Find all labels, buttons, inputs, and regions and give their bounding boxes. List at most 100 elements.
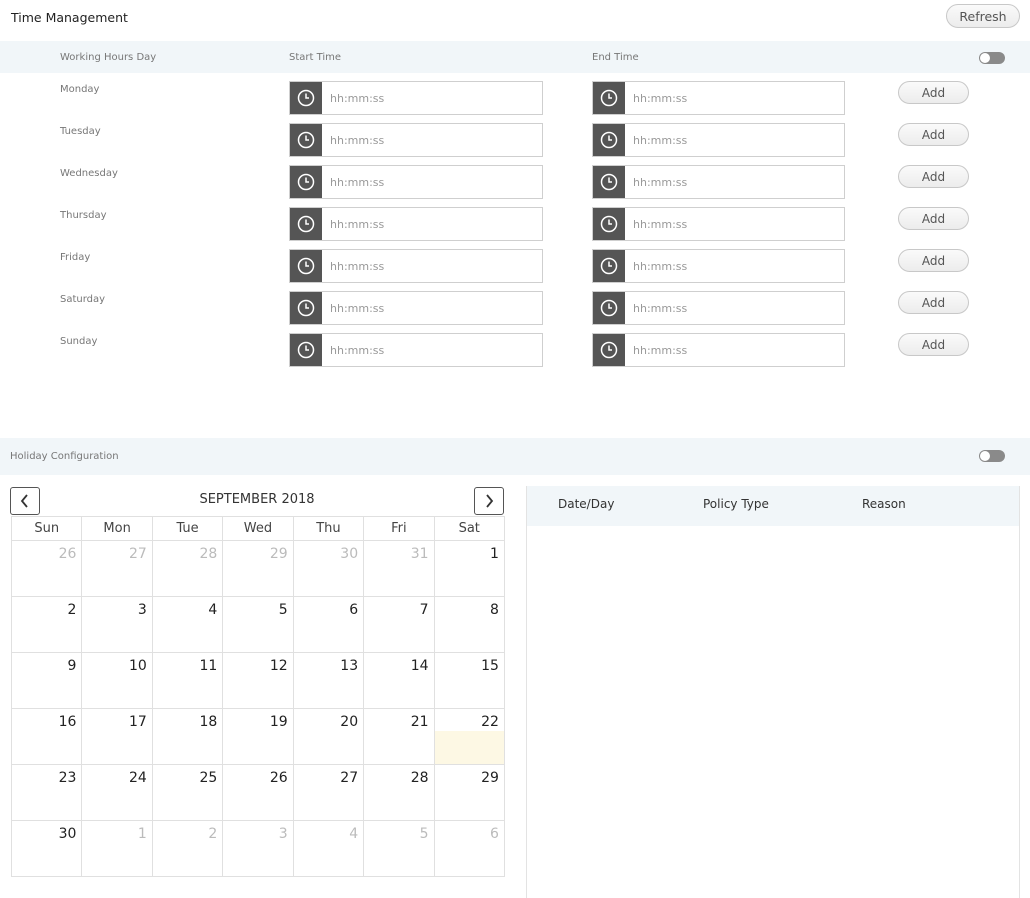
day-number: 6 bbox=[349, 602, 359, 618]
calendar-day[interactable]: 11 bbox=[152, 652, 224, 708]
day-number: 22 bbox=[481, 714, 499, 730]
day-label: Sunday bbox=[60, 336, 98, 347]
clock-icon[interactable] bbox=[290, 82, 322, 114]
end-time-input[interactable] bbox=[633, 166, 833, 198]
start-time-input[interactable] bbox=[330, 334, 530, 366]
calendar-day[interactable]: 5 bbox=[364, 820, 435, 876]
holiday-config-header: Holiday Configuration bbox=[0, 438, 1030, 475]
start-time-input[interactable] bbox=[330, 124, 530, 156]
clock-icon[interactable] bbox=[290, 166, 322, 198]
calendar-day[interactable]: 30 bbox=[293, 540, 365, 596]
calendar-day[interactable]: 14 bbox=[364, 652, 435, 708]
calendar-day[interactable]: 12 bbox=[223, 652, 294, 708]
calendar-day[interactable]: 17 bbox=[82, 708, 153, 764]
calendar-day[interactable]: 1 bbox=[82, 820, 153, 876]
day-number: 27 bbox=[129, 546, 147, 562]
column-reason: Reason bbox=[862, 497, 906, 511]
add-button[interactable]: Add bbox=[898, 165, 969, 188]
clock-icon[interactable] bbox=[593, 250, 625, 282]
calendar-day[interactable]: 27 bbox=[293, 764, 365, 820]
calendar-day[interactable]: 6 bbox=[434, 820, 505, 876]
weekday-label: Tue bbox=[153, 517, 224, 540]
calendar-day[interactable]: 3 bbox=[223, 820, 294, 876]
end-time-input[interactable] bbox=[633, 208, 833, 240]
day-number: 29 bbox=[269, 546, 288, 562]
add-button[interactable]: Add bbox=[898, 249, 969, 272]
calendar-day[interactable]: 1 bbox=[434, 540, 505, 596]
start-time-input[interactable] bbox=[330, 292, 530, 324]
calendar-day[interactable]: 31 bbox=[364, 540, 435, 596]
calendar-day[interactable]: 3 bbox=[82, 596, 153, 652]
calendar-day[interactable]: 28 bbox=[364, 764, 435, 820]
calendar-day[interactable]: 26 bbox=[12, 540, 83, 596]
clock-icon[interactable] bbox=[593, 166, 625, 198]
calendar-day[interactable]: 25 bbox=[152, 764, 224, 820]
calendar-day[interactable]: 2 bbox=[152, 820, 224, 876]
refresh-button[interactable]: Refresh bbox=[946, 4, 1020, 28]
calendar-day[interactable]: 27 bbox=[82, 540, 153, 596]
end-time-input[interactable] bbox=[633, 82, 833, 114]
calendar-day[interactable]: 2 bbox=[12, 596, 83, 652]
add-button[interactable]: Add bbox=[898, 291, 969, 314]
end-time-input[interactable] bbox=[633, 334, 833, 366]
start-time-input[interactable] bbox=[330, 166, 530, 198]
end-time-input[interactable] bbox=[633, 292, 833, 324]
clock-icon[interactable] bbox=[290, 334, 322, 366]
calendar-week: 16 17 18 19 20 21 22 bbox=[12, 708, 505, 764]
end-time-input[interactable] bbox=[633, 124, 833, 156]
day-number: 8 bbox=[490, 602, 499, 618]
clock-icon[interactable] bbox=[593, 334, 625, 366]
clock-icon[interactable] bbox=[290, 292, 322, 324]
holiday-table: Date/Day Policy Type Reason bbox=[526, 486, 1020, 898]
start-time-input[interactable] bbox=[330, 250, 530, 282]
day-number: 10 bbox=[129, 658, 147, 674]
start-time-input[interactable] bbox=[330, 208, 530, 240]
calendar-prev-button[interactable] bbox=[10, 487, 40, 515]
calendar-day[interactable]: 23 bbox=[12, 764, 83, 820]
calendar-day[interactable]: 13 bbox=[293, 652, 365, 708]
clock-icon[interactable] bbox=[593, 292, 625, 324]
calendar-day[interactable]: 29 bbox=[434, 764, 505, 820]
day-number: 7 bbox=[419, 602, 429, 618]
day-number: 12 bbox=[269, 658, 288, 674]
working-hours-toggle[interactable] bbox=[979, 52, 1005, 64]
clock-icon[interactable] bbox=[290, 250, 322, 282]
calendar-day[interactable]: 19 bbox=[223, 708, 294, 764]
calendar-day[interactable]: 26 bbox=[223, 764, 294, 820]
add-button[interactable]: Add bbox=[898, 333, 969, 356]
add-button[interactable]: Add bbox=[898, 207, 969, 230]
calendar-day[interactable]: 24 bbox=[82, 764, 153, 820]
add-button[interactable]: Add bbox=[898, 81, 969, 104]
calendar-day[interactable]: 10 bbox=[82, 652, 153, 708]
calendar-day[interactable]: 28 bbox=[152, 540, 224, 596]
clock-icon[interactable] bbox=[290, 124, 322, 156]
calendar-next-button[interactable] bbox=[474, 487, 504, 515]
calendar-day[interactable]: 4 bbox=[152, 596, 224, 652]
clock-icon[interactable] bbox=[593, 208, 625, 240]
start-time-field bbox=[289, 249, 543, 283]
calendar-day[interactable]: 16 bbox=[12, 708, 83, 764]
clock-icon[interactable] bbox=[593, 124, 625, 156]
calendar-day[interactable]: 18 bbox=[152, 708, 224, 764]
clock-icon[interactable] bbox=[290, 208, 322, 240]
calendar-day[interactable]: 5 bbox=[223, 596, 294, 652]
add-button[interactable]: Add bbox=[898, 123, 969, 146]
calendar-day[interactable]: 20 bbox=[293, 708, 365, 764]
page-title: Time Management bbox=[11, 10, 128, 25]
calendar-day[interactable]: 22 bbox=[434, 708, 505, 764]
holiday-config-title: Holiday Configuration bbox=[10, 451, 119, 462]
calendar-day[interactable]: 7 bbox=[364, 596, 435, 652]
holiday-toggle[interactable] bbox=[979, 450, 1005, 462]
calendar-week: 9 10 11 12 13 14 15 bbox=[12, 652, 505, 708]
end-time-input[interactable] bbox=[633, 250, 833, 282]
calendar-day[interactable]: 30 bbox=[12, 820, 83, 876]
calendar-day[interactable]: 21 bbox=[364, 708, 435, 764]
clock-icon[interactable] bbox=[593, 82, 625, 114]
calendar-day[interactable]: 9 bbox=[12, 652, 83, 708]
calendar-day[interactable]: 15 bbox=[434, 652, 505, 708]
start-time-input[interactable] bbox=[330, 82, 530, 114]
calendar-day[interactable]: 8 bbox=[434, 596, 505, 652]
calendar-day[interactable]: 29 bbox=[223, 540, 294, 596]
calendar-day[interactable]: 6 bbox=[293, 596, 365, 652]
calendar-day[interactable]: 4 bbox=[293, 820, 365, 876]
